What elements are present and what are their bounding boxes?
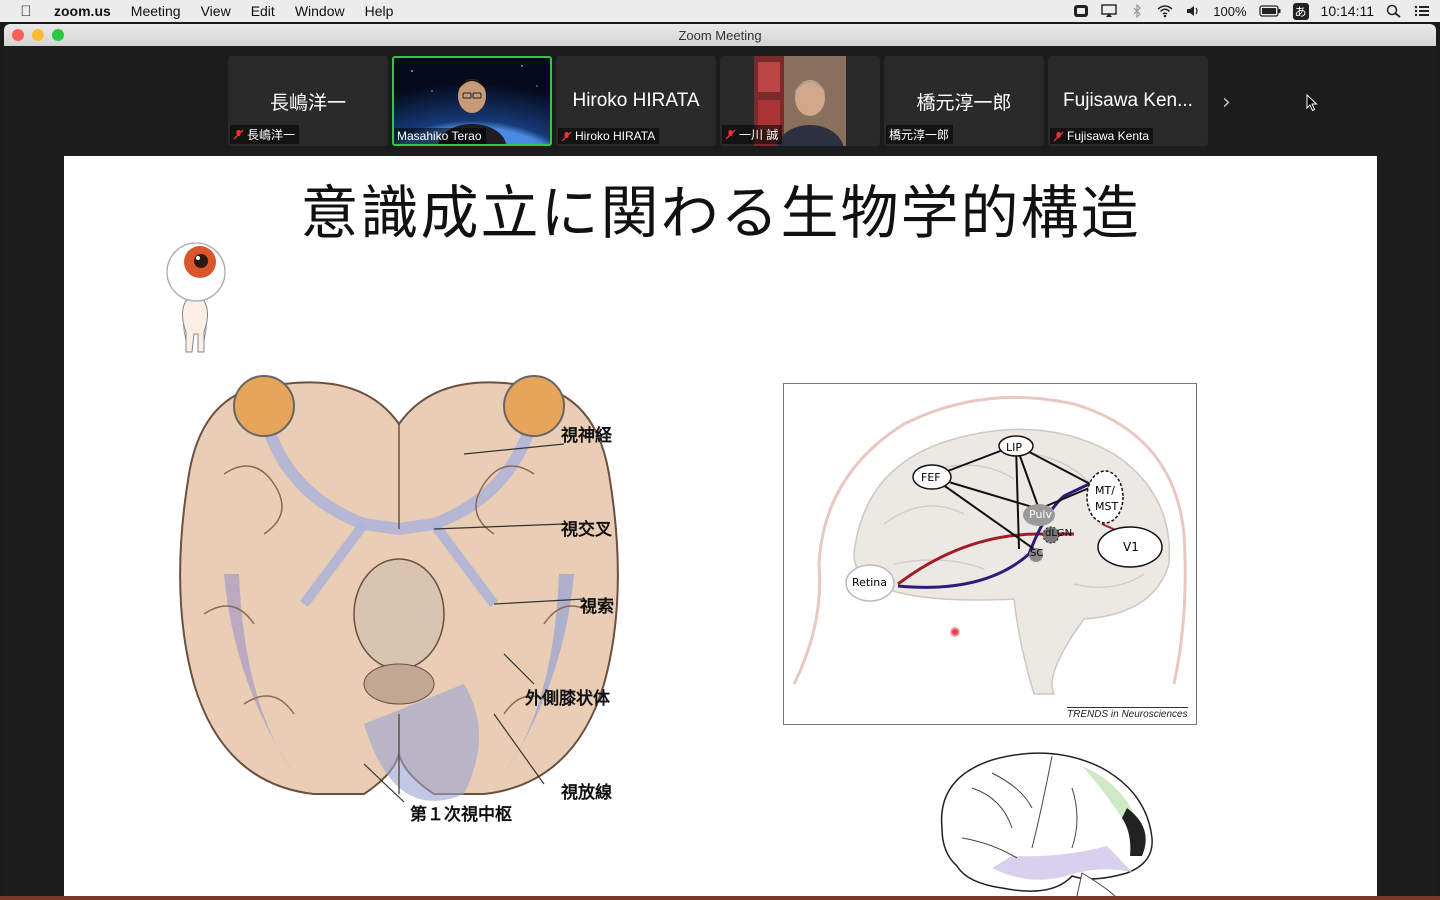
node-retina: Retina (852, 576, 887, 589)
zoom-button[interactable] (52, 29, 64, 41)
lateral-brain-illustration (940, 752, 1153, 900)
menu-help[interactable]: Help (355, 3, 404, 19)
diagram-credit: TRENDS in Neurosciences (1067, 707, 1188, 720)
participant-label: Masahiko Terao (394, 128, 486, 144)
diagram-graphic (792, 395, 1187, 695)
participant-label-text: 長嶋洋一 (247, 128, 296, 142)
mic-muted-icon (1053, 131, 1064, 141)
battery-percent: 100% (1213, 3, 1247, 19)
mouse-cursor-icon (1306, 94, 1318, 112)
mic-muted-icon (725, 129, 736, 140)
node-lip: LIP (1006, 441, 1023, 454)
title-bar[interactable]: Zoom Meeting (4, 24, 1436, 46)
menu-edit[interactable]: Edit (241, 3, 285, 19)
node-mst: MST (1095, 500, 1119, 513)
menu-app[interactable]: zoom.us (52, 3, 121, 19)
visual-pathway-diagram: LIP FEF MT/ MST Pulv dLGN SC V1 Retina T… (783, 383, 1197, 725)
label-optic-radiation: 視放線 (561, 783, 612, 803)
spotlight-search-icon[interactable] (1386, 4, 1402, 18)
participant-label-text: Hiroko HIRATA (575, 129, 656, 143)
participant-tile[interactable]: Hiroko HIRATA Hiroko HIRATA (556, 56, 716, 146)
participant-tile[interactable]: 長嶋洋一 長嶋洋一 (228, 56, 388, 146)
window-title: Zoom Meeting (678, 27, 762, 43)
node-v1: V1 (1123, 540, 1139, 554)
control-center-icon[interactable] (1414, 4, 1430, 18)
participant-label-text: 一川 誠 (739, 128, 779, 142)
participant-label: 一川 誠 (722, 125, 783, 144)
desktop-wallpaper-edge (0, 896, 1440, 900)
bluetooth-icon[interactable] (1129, 4, 1145, 18)
label-optic-nerve: 視神経 (561, 426, 612, 446)
mic-muted-icon (233, 129, 244, 140)
label-optic-chiasm: 視交叉 (561, 520, 612, 540)
next-page-chevron-icon[interactable]: › (1222, 90, 1231, 115)
node-sc: SC (1030, 548, 1044, 559)
participant-label-text: Fujisawa Kenta (1067, 129, 1150, 143)
menu-window[interactable]: Window (285, 3, 355, 19)
participant-label-text: Masahiko Terao (397, 129, 482, 143)
participant-tile[interactable]: 橋元淳一郎 橋元淳一郎 (884, 56, 1044, 146)
participant-label: Hiroko HIRATA (558, 128, 660, 144)
apple-icon[interactable]:  (0, 3, 52, 20)
menu-view[interactable]: View (191, 3, 241, 19)
slide-title: 意識成立に関わる生物学的構造 (300, 179, 1141, 247)
volume-icon[interactable] (1185, 4, 1201, 18)
participant-label: Fujisawa Kenta (1050, 128, 1154, 144)
airplay-icon[interactable] (1101, 4, 1117, 18)
label-primary-visual-cortex: 第１次視中枢 (410, 805, 512, 825)
battery-icon[interactable] (1258, 4, 1281, 18)
minimize-button[interactable] (32, 29, 44, 41)
label-lateral-geniculate: 外側膝状体 (525, 689, 610, 709)
menubar:  zoom.us Meeting View Edit Window Help … (0, 0, 1440, 22)
eyeball-mascot-illustration (166, 242, 226, 353)
wifi-icon[interactable] (1157, 4, 1173, 18)
input-method-icon[interactable]: あ (1292, 2, 1309, 20)
shared-screen-slide: 意識成立に関わる生物学的構造 視神経 視交叉 視索 外側膝状体 視放線 第１次視… (64, 156, 1377, 900)
node-dlgn: dLGN (1045, 528, 1073, 539)
menu-meeting[interactable]: Meeting (121, 3, 191, 19)
participant-tile-active-speaker[interactable]: Masahiko Terao (392, 56, 552, 146)
screen-record-icon[interactable] (1073, 4, 1089, 18)
participant-label-text: 橋元淳一郎 (889, 128, 950, 142)
label-optic-tract: 視索 (580, 597, 614, 617)
participant-label: 橋元淳一郎 (886, 125, 954, 144)
participant-tile[interactable]: 一川 誠 (720, 56, 880, 146)
node-mt: MT/ (1095, 484, 1115, 497)
node-pulvinar: Pulv (1029, 508, 1052, 521)
clock[interactable]: 10:14:11 (1321, 3, 1374, 19)
close-button[interactable] (12, 29, 24, 41)
zoom-window: Zoom Meeting 長嶋洋一 長嶋洋一 Masahiko Terao Hi… (4, 24, 1436, 900)
participant-tile[interactable]: Fujisawa Ken... Fujisawa Kenta (1048, 56, 1208, 146)
window-controls (12, 29, 64, 41)
menubar-status: 100% あ 10:14:11 (1073, 0, 1430, 22)
mic-muted-icon (561, 131, 572, 141)
participant-strip: 長嶋洋一 長嶋洋一 Masahiko Terao Hiroko HIRATA H… (228, 56, 1208, 146)
participant-label: 長嶋洋一 (230, 125, 300, 144)
node-fef: FEF (921, 471, 941, 484)
